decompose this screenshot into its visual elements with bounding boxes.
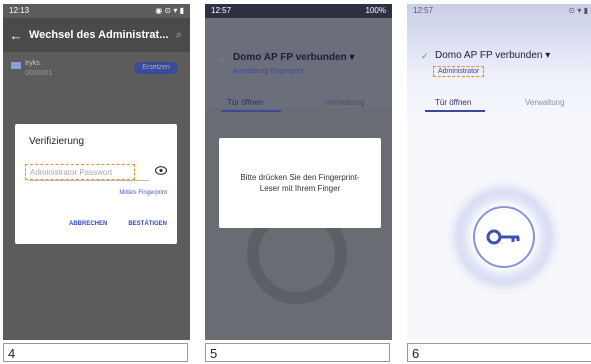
status-time: 12:13 (9, 6, 30, 15)
device-title[interactable]: Domo AP FP verbunden ▾ (435, 50, 550, 61)
fingerprint-link[interactable]: Mittels Fingerprint (119, 190, 167, 196)
fingerprint-message-dialog: Bitte drücken Sie den Fingerprint-Leser … (219, 138, 381, 228)
device-title[interactable]: Domo AP FP verbunden ▾ (233, 52, 355, 63)
tab-open-door[interactable]: Tür öffnen (227, 98, 263, 107)
status-time: 12:57 (211, 6, 232, 15)
dialog-title: Verifizierung (29, 136, 85, 147)
back-arrow-icon[interactable]: ← (3, 28, 29, 43)
connected-check-icon: ✓ (421, 51, 429, 61)
step-number-6: 6 (407, 343, 591, 362)
search-icon[interactable]: ⌕ (176, 29, 182, 42)
status-icons: ⊙ ▾ ▮ (568, 6, 588, 15)
key-icon (486, 229, 520, 245)
role-badge: Administrator (433, 66, 485, 77)
step-number-4: 4 (3, 343, 188, 362)
list-item: Iryks 0000001 Ersetzen (11, 60, 182, 82)
header (205, 18, 392, 108)
cancel-button[interactable]: ABBRECHEN (69, 221, 107, 227)
status-battery: 100% (365, 6, 386, 15)
active-tab-indicator (221, 110, 281, 112)
screen-admin-change: 12:13 ◉ ⊙ ▾ ▮ ← Wechsel des Administrat.… (3, 4, 190, 340)
input-underline (29, 180, 149, 181)
status-bar: 12:57 100% (205, 4, 392, 18)
login-mode-label: Anmeldung Fingerprint (233, 68, 304, 75)
status-time: 12:57 (413, 6, 434, 15)
page-title: Wechsel des Administrat... (29, 29, 169, 41)
tab-manage[interactable]: Verwaltung (325, 98, 365, 107)
app-bar: ← Wechsel des Administrat... ⌕ (3, 18, 190, 52)
user-id: 0000001 (25, 70, 53, 77)
screen-open-door: 12:57 ⊙ ▾ ▮ ✓ Domo AP FP verbunden ▾ Adm… (407, 4, 591, 340)
replace-button[interactable]: Ersetzen (134, 62, 178, 74)
tab-manage[interactable]: Verwaltung (525, 98, 565, 107)
verification-dialog: Verifizierung Administrator Passwort Mit… (15, 124, 177, 244)
confirm-button[interactable]: BESTÄTIGEN (128, 221, 167, 227)
user-name: Iryks (25, 60, 40, 67)
tab-open-door[interactable]: Tür öffnen (435, 98, 471, 107)
key-button-inner (473, 206, 535, 268)
screen-fingerprint-prompt: 12:57 100% ✓ Domo AP FP verbunden ▾ Anme… (205, 4, 392, 340)
status-icons: ◉ ⊙ ▾ ▮ (155, 6, 184, 15)
step-number-5: 5 (205, 343, 390, 362)
fingerprint-message: Bitte drücken Sie den Fingerprint-Leser … (240, 173, 360, 193)
admin-password-input[interactable]: Administrator Passwort (25, 164, 135, 180)
active-tab-indicator (425, 110, 485, 112)
status-bar: 12:13 ◉ ⊙ ▾ ▮ (3, 4, 190, 18)
status-bar: 12:57 ⊙ ▾ ▮ (407, 4, 591, 18)
user-card-icon (11, 62, 21, 69)
show-password-eye-icon[interactable] (154, 166, 168, 178)
open-door-button[interactable] (457, 190, 551, 284)
connection-icon: ✓ (219, 54, 227, 64)
